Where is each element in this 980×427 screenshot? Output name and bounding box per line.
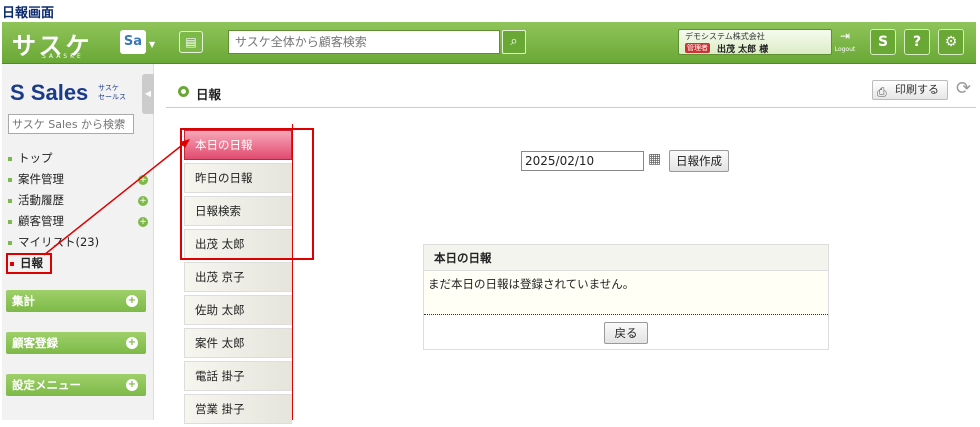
annotation-arrow-head (180, 139, 190, 148)
annotation-arrow-line (43, 141, 187, 256)
annotation-arrow (43, 139, 190, 256)
